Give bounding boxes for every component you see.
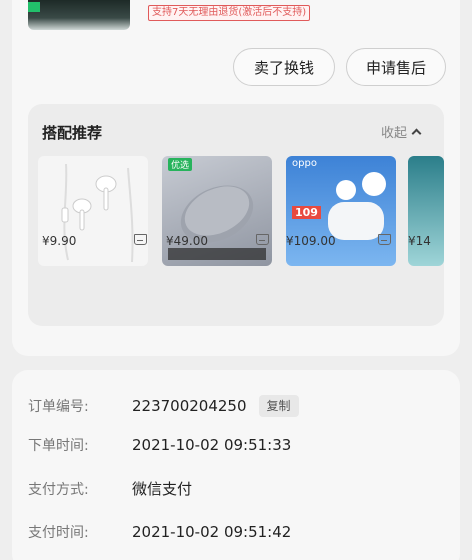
pay-method-value: 微信支付 bbox=[132, 480, 193, 498]
recommend-item-partial[interactable] bbox=[408, 156, 444, 266]
brand-logo: oppo bbox=[292, 158, 317, 169]
recommendation-panel: 搭配推荐 收起 ¥9.90 优选 ¥49.00 oppo 109 ¥109.00… bbox=[28, 104, 444, 326]
add-to-cart-icon[interactable] bbox=[256, 234, 269, 245]
earbuds-image: oppo 109 bbox=[286, 156, 396, 266]
order-number-value: 223700204250 bbox=[132, 397, 247, 415]
recommend-price-2: ¥49.00 bbox=[166, 234, 208, 248]
recommend-badge: 优选 bbox=[168, 158, 193, 171]
recommend-price-1: ¥9.90 bbox=[42, 234, 77, 248]
pay-method-label: 支付方式: bbox=[28, 481, 89, 498]
pay-method-row: 支付方式: 微信支付 bbox=[28, 478, 192, 499]
recommend-price-3: ¥109.00 bbox=[286, 234, 336, 248]
copy-button[interactable]: 复制 bbox=[258, 395, 299, 417]
order-time-label: 下单时间: bbox=[28, 438, 89, 454]
pay-time-label: 支付时间: bbox=[28, 525, 89, 541]
collapse-label: 收起 bbox=[380, 126, 407, 141]
sell-for-cash-button[interactable]: 卖了换钱 bbox=[233, 48, 335, 86]
order-time-row: 下单时间: 2021-10-02 09:51:33 bbox=[28, 435, 291, 455]
order-number-label: 订单编号: bbox=[28, 399, 89, 415]
chevron-up-icon bbox=[411, 128, 422, 139]
pay-time-value: 2021-10-02 09:51:42 bbox=[132, 523, 292, 541]
apply-after-sales-button[interactable]: 申请售后 bbox=[346, 48, 446, 86]
return-policy-tag: 支持7天无理由退货(激活后不支持) bbox=[148, 5, 311, 21]
order-number-row: 订单编号: 223700204250 复制 bbox=[28, 395, 299, 417]
recommend-price-4: ¥14 bbox=[408, 234, 431, 248]
pay-time-row: 支付时间: 2021-10-02 09:51:42 bbox=[28, 522, 291, 542]
price-tag: 109 bbox=[292, 206, 321, 219]
product-thumbnail[interactable] bbox=[28, 0, 130, 30]
recommend-item-mouse[interactable]: 优选 bbox=[162, 156, 272, 266]
collapse-button[interactable]: 收起 bbox=[380, 122, 422, 141]
recommendation-title: 搭配推荐 bbox=[42, 124, 103, 142]
order-time-value: 2021-10-02 09:51:33 bbox=[132, 436, 292, 454]
mouse-image: 优选 bbox=[162, 156, 272, 266]
recommend-item-earbuds[interactable]: oppo 109 bbox=[286, 156, 396, 266]
add-to-cart-icon[interactable] bbox=[378, 234, 391, 245]
add-to-cart-icon[interactable] bbox=[134, 234, 147, 245]
recommend-item-earphones[interactable] bbox=[38, 156, 148, 266]
partial-item-image bbox=[408, 156, 444, 266]
earphones-image bbox=[38, 156, 148, 266]
